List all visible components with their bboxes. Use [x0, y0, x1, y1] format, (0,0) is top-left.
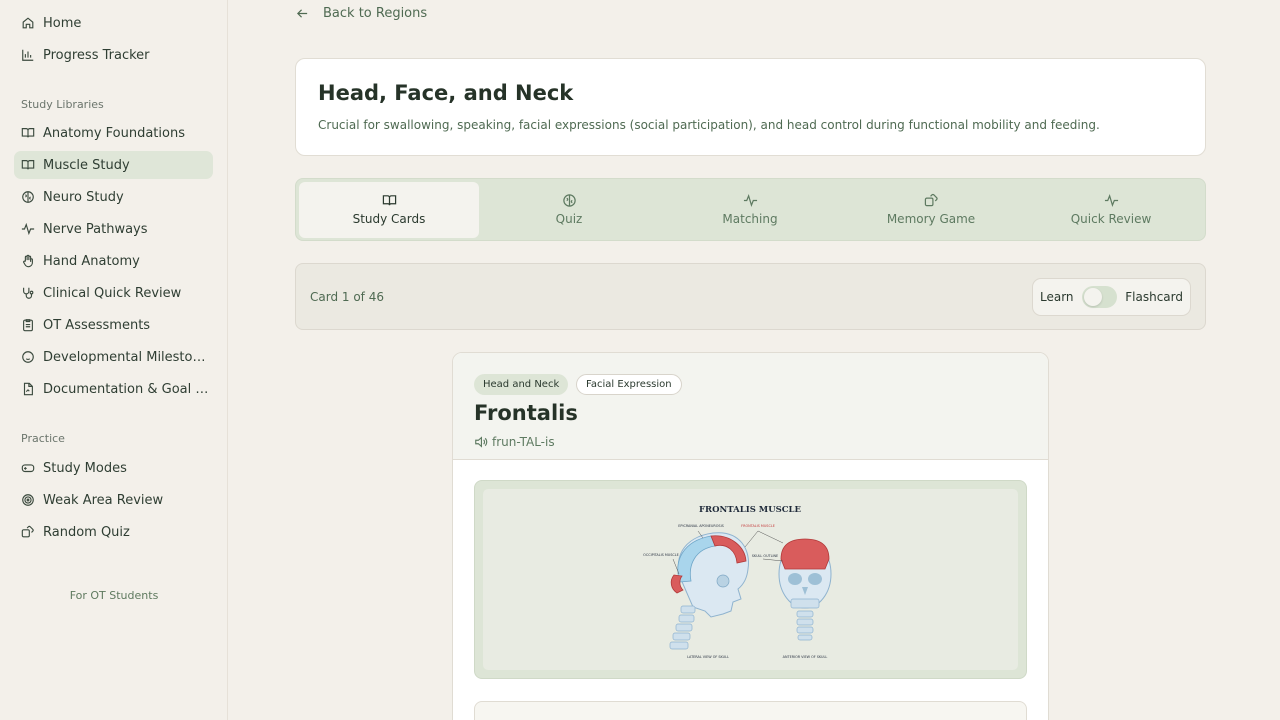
sidebar-item-progress-tracker[interactable]: Progress Tracker — [14, 41, 213, 69]
pronunciation-text: frun-TAL-is — [492, 435, 555, 449]
sidebar-item-label: Hand Anatomy — [43, 253, 140, 269]
back-to-regions-link[interactable]: Back to Regions — [296, 4, 427, 22]
sidebar-item-label: Weak Area Review — [43, 492, 164, 508]
bar-chart-icon — [21, 48, 35, 62]
pulse-icon — [21, 222, 35, 236]
sidebar-item-home[interactable]: Home — [14, 9, 213, 37]
brain-icon — [562, 193, 577, 208]
sidebar-item-label: Documentation & Goal Writ... — [43, 381, 213, 397]
target-icon — [21, 493, 35, 507]
tab-quiz[interactable]: Quiz — [479, 182, 659, 238]
region-header-card: Head, Face, and Neck Crucial for swallow… — [295, 58, 1206, 156]
mode-flashcard-label: Flashcard — [1125, 290, 1183, 304]
study-mode-tabs: Study Cards Quiz Matching Memory Game Qu… — [295, 178, 1206, 241]
document-icon — [21, 382, 35, 396]
sidebar-item-clinical-quick-review[interactable]: Clinical Quick Review — [14, 279, 213, 307]
sidebar-item-anatomy-foundations[interactable]: Anatomy Foundations — [14, 119, 213, 147]
region-title: Head, Face, and Neck — [318, 81, 574, 105]
speaker-icon[interactable] — [474, 435, 488, 449]
tab-study-cards[interactable]: Study Cards — [299, 182, 479, 238]
tab-memory-game[interactable]: Memory Game — [841, 182, 1021, 238]
learn-flashcard-switch[interactable] — [1081, 286, 1118, 308]
svg-text:ANTERIOR VIEW OF SKULL: ANTERIOR VIEW OF SKULL — [783, 655, 828, 659]
sidebar-item-label: Nerve Pathways — [43, 221, 148, 237]
arrow-left-icon — [296, 7, 310, 20]
illustration-title: FRONTALIS MUSCLE — [699, 505, 801, 515]
tag-region: Head and Neck — [474, 374, 569, 395]
pulse-icon — [1104, 193, 1119, 208]
sidebar-item-label: Home — [43, 15, 82, 31]
frontalis-diagram: FRONTALIS MUSCLE EPICRANIAL APONEUROSIS … — [643, 505, 832, 659]
sidebar-item-random-quiz[interactable]: Random Quiz — [14, 518, 213, 546]
sidebar-footer: For OT Students — [69, 589, 159, 602]
card-counter: Card 1 of 46 — [310, 290, 384, 304]
switch-knob — [1083, 288, 1102, 306]
sidebar-item-label: Study Modes — [43, 460, 127, 476]
sidebar-item-hand-anatomy[interactable]: Hand Anatomy — [14, 247, 213, 275]
svg-text:LATERAL VIEW OF SKULL: LATERAL VIEW OF SKULL — [687, 655, 729, 659]
muscle-illustration-frame: FRONTALIS MUSCLE EPICRANIAL APONEUROSIS … — [474, 480, 1027, 679]
baby-icon — [21, 350, 35, 364]
sidebar-item-label: Neuro Study — [43, 189, 124, 205]
anterior-skull — [778, 538, 832, 641]
book-icon — [21, 158, 35, 172]
muscle-name: Frontalis — [474, 401, 578, 425]
sidebar-item-label: Clinical Quick Review — [43, 285, 182, 301]
svg-text:SKULL OUTLINE: SKULL OUTLINE — [752, 554, 778, 558]
tag-category: Facial Expression — [576, 374, 682, 395]
gamepad-icon — [21, 461, 35, 475]
sidebar-item-documentation-goal-writing[interactable]: Documentation & Goal Writ... — [14, 375, 213, 403]
sidebar-item-neuro-study[interactable]: Neuro Study — [14, 183, 213, 211]
mode-toggle-group: Learn Flashcard — [1032, 278, 1191, 316]
mode-learn-label: Learn — [1040, 290, 1074, 304]
tab-label: Matching — [722, 212, 778, 226]
card-details-panel — [474, 701, 1027, 720]
svg-text:EPICRANIAL APONEUROSIS: EPICRANIAL APONEUROSIS — [678, 524, 723, 528]
card-header: Head and Neck Facial Expression Frontali… — [453, 353, 1048, 460]
pulse-icon — [743, 193, 758, 208]
sidebar: Home Progress Tracker Study Libraries An… — [0, 0, 228, 720]
sidebar-item-label: Progress Tracker — [43, 47, 150, 63]
study-card: Head and Neck Facial Expression Frontali… — [452, 352, 1049, 720]
tab-label: Quiz — [555, 212, 583, 226]
sidebar-item-label: Developmental Milestones — [43, 349, 213, 365]
sidebar-item-developmental-milestones[interactable]: Developmental Milestones — [14, 343, 213, 371]
book-icon — [21, 126, 35, 140]
hand-icon — [21, 254, 35, 268]
muscle-illustration: FRONTALIS MUSCLE EPICRANIAL APONEUROSIS … — [483, 489, 1018, 670]
tab-label: Quick Review — [1070, 212, 1152, 226]
sidebar-item-weak-area-review[interactable]: Weak Area Review — [14, 486, 213, 514]
sidebar-item-label: Anatomy Foundations — [43, 125, 185, 141]
clipboard-icon — [21, 318, 35, 332]
sidebar-item-label: Muscle Study — [43, 157, 130, 173]
brain-icon — [21, 190, 35, 204]
sidebar-item-ot-assessments[interactable]: OT Assessments — [14, 311, 213, 339]
sidebar-item-muscle-study[interactable]: Muscle Study — [14, 151, 213, 179]
sidebar-item-study-modes[interactable]: Study Modes — [14, 454, 213, 482]
book-icon — [382, 193, 397, 208]
back-link-label: Back to Regions — [323, 5, 428, 21]
svg-text:FRONTALIS MUSCLE: FRONTALIS MUSCLE — [741, 524, 775, 528]
lateral-skull — [669, 532, 750, 650]
section-label-practice: Practice — [21, 432, 65, 445]
dice-icon — [21, 525, 35, 539]
tab-matching[interactable]: Matching — [660, 182, 840, 238]
tab-label: Memory Game — [886, 212, 976, 226]
pronunciation: frun-TAL-is — [474, 435, 555, 449]
tab-quick-review[interactable]: Quick Review — [1021, 182, 1201, 238]
card-progress-bar: Card 1 of 46 Learn Flashcard — [295, 263, 1206, 330]
home-icon — [21, 16, 35, 30]
region-description: Crucial for swallowing, speaking, facial… — [318, 118, 1100, 132]
sidebar-item-label: Random Quiz — [43, 524, 130, 540]
section-label-study: Study Libraries — [21, 98, 104, 111]
tab-label: Study Cards — [352, 212, 426, 226]
sidebar-item-nerve-pathways[interactable]: Nerve Pathways — [14, 215, 213, 243]
dice-icon — [924, 193, 939, 208]
svg-text:OCCIPITALIS MUSCLE: OCCIPITALIS MUSCLE — [643, 553, 679, 557]
stethoscope-icon — [21, 286, 35, 300]
sidebar-item-label: OT Assessments — [43, 317, 151, 333]
